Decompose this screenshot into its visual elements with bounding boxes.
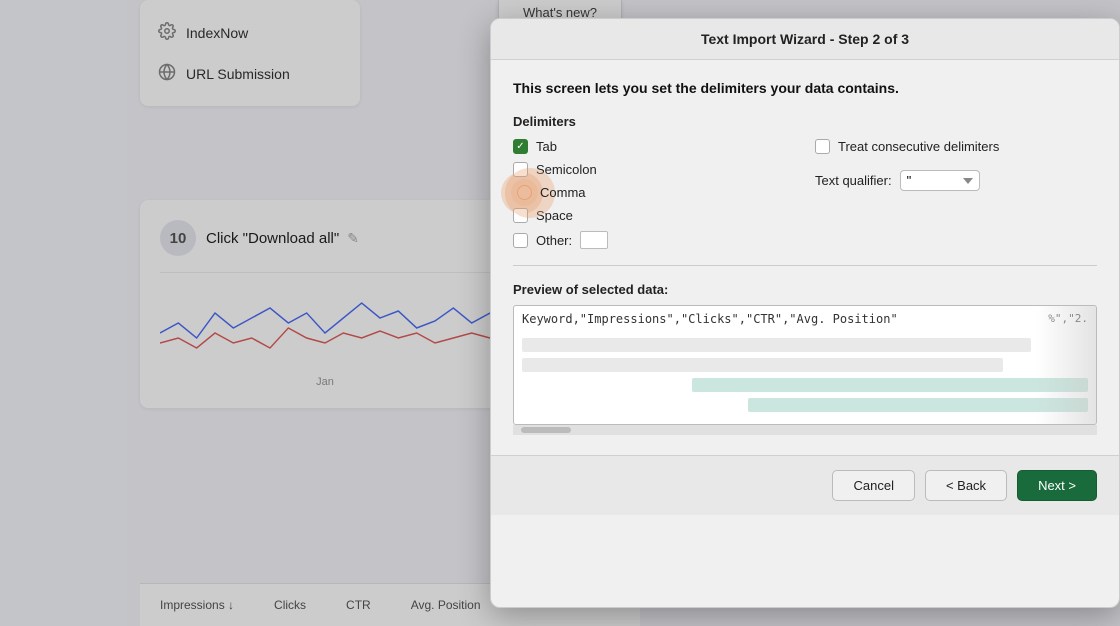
back-button[interactable]: < Back bbox=[925, 470, 1007, 501]
preview-area: Keyword,"Impressions","Clicks","CTR","Av… bbox=[513, 305, 1097, 425]
comma-radio[interactable] bbox=[517, 185, 532, 200]
blurred-row-3 bbox=[692, 378, 1088, 392]
other-delimiter-row[interactable]: Other: bbox=[513, 231, 805, 249]
other-checkbox[interactable] bbox=[513, 233, 528, 248]
text-qualifier-select[interactable]: " ' {none} bbox=[900, 170, 980, 191]
semicolon-label: Semicolon bbox=[536, 162, 597, 177]
preview-overflow-text: %","2. bbox=[1048, 312, 1088, 325]
space-label: Space bbox=[536, 208, 573, 223]
modal-body: This screen lets you set the delimiters … bbox=[491, 60, 1119, 455]
treat-consecutive-label: Treat consecutive delimiters bbox=[838, 139, 999, 154]
next-button[interactable]: Next > bbox=[1017, 470, 1097, 501]
delimiters-grid: Tab Semicolon Comma Space bbox=[513, 139, 1097, 249]
treat-consecutive-row[interactable]: Treat consecutive delimiters bbox=[815, 139, 1097, 154]
scrollbar-thumb[interactable] bbox=[521, 427, 571, 433]
semicolon-delimiter-row[interactable]: Semicolon bbox=[513, 162, 805, 177]
blurred-row-1 bbox=[522, 338, 1031, 352]
text-import-wizard-dialog: Text Import Wizard - Step 2 of 3 This sc… bbox=[490, 18, 1120, 608]
tab-delimiter-row[interactable]: Tab bbox=[513, 139, 805, 154]
delimiter-right-col: Treat consecutive delimiters Text qualif… bbox=[805, 139, 1097, 249]
other-input[interactable] bbox=[580, 231, 608, 249]
modal-footer: Cancel < Back Next > bbox=[491, 455, 1119, 515]
treat-consecutive-checkbox[interactable] bbox=[815, 139, 830, 154]
comma-label: Comma bbox=[540, 185, 586, 200]
text-qualifier-row: Text qualifier: " ' {none} bbox=[815, 170, 1097, 191]
tab-checkbox[interactable] bbox=[513, 139, 528, 154]
preview-horizontal-scrollbar[interactable] bbox=[513, 425, 1097, 435]
preview-first-row: Keyword,"Impressions","Clicks","CTR","Av… bbox=[514, 306, 1096, 332]
space-checkbox[interactable] bbox=[513, 208, 528, 223]
preview-label: Preview of selected data: bbox=[513, 282, 1097, 297]
comma-delimiter-row[interactable]: Comma bbox=[513, 185, 805, 200]
blurred-row-2 bbox=[522, 358, 1003, 372]
modal-description: This screen lets you set the delimiters … bbox=[513, 80, 1097, 96]
other-label: Other: bbox=[536, 233, 572, 248]
text-qualifier-label: Text qualifier: bbox=[815, 173, 892, 188]
preview-blurred-rows bbox=[514, 332, 1096, 418]
delimiter-left-col: Tab Semicolon Comma Space bbox=[513, 139, 805, 249]
space-delimiter-row[interactable]: Space bbox=[513, 208, 805, 223]
modal-title: Text Import Wizard - Step 2 of 3 bbox=[491, 19, 1119, 60]
delimiters-section-label: Delimiters bbox=[513, 114, 1097, 129]
tab-label: Tab bbox=[536, 139, 557, 154]
semicolon-checkbox[interactable] bbox=[513, 162, 528, 177]
divider bbox=[513, 265, 1097, 266]
cancel-button[interactable]: Cancel bbox=[832, 470, 914, 501]
